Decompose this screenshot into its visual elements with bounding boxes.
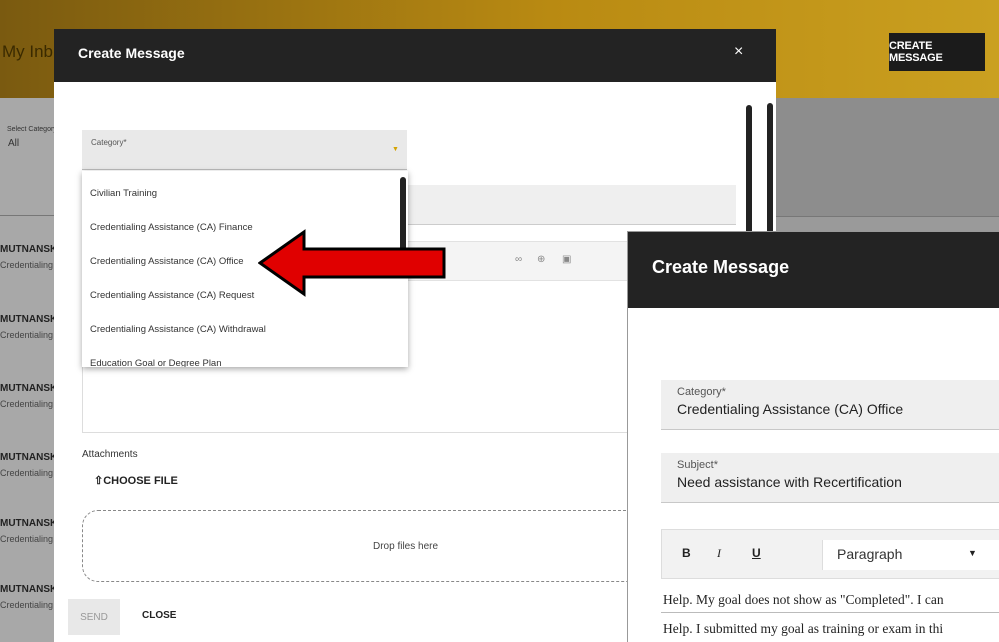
dropzone-label: Drop files here xyxy=(373,541,439,552)
scrollbar[interactable] xyxy=(767,103,773,238)
italic-button[interactable]: I xyxy=(717,546,721,561)
bold-button[interactable]: B xyxy=(682,546,691,560)
list-item[interactable]: MUTNANSKY, Credentialing As xyxy=(0,512,66,562)
paragraph-select[interactable]: Paragraph ▼ xyxy=(822,540,999,570)
modal-header: Create Message × xyxy=(54,29,776,82)
category-select[interactable]: Category* ▼ xyxy=(82,130,407,170)
zoom-editor-toolbar: B I U Paragraph ▼ xyxy=(661,529,999,579)
image-icon[interactable]: ▣ xyxy=(562,254,571,265)
underline-button[interactable]: U xyxy=(752,546,761,560)
zoom-title: Create Message xyxy=(652,257,790,277)
subject-field[interactable] xyxy=(406,185,736,225)
list-item[interactable]: MUTNANSKY, Credentialing As xyxy=(0,377,66,427)
zoom-subject-value: Need assistance with Recertification xyxy=(677,474,902,490)
list-item[interactable]: MUTNANSKY, Credentialing As xyxy=(0,238,66,288)
upload-icon: ⇧ xyxy=(94,475,104,487)
zoom-header: Create Message xyxy=(628,232,999,308)
inbox-title: My Inb xyxy=(2,42,54,61)
body-line: Help. I submitted my goal as training or… xyxy=(663,621,944,636)
zoom-category-field[interactable]: Category* Credentialing Assistance (CA) … xyxy=(661,380,999,430)
divider xyxy=(661,612,999,613)
dropdown-option[interactable]: Civilian Training xyxy=(82,177,400,211)
red-arrow-annotation xyxy=(258,229,446,297)
paragraph-label: Paragraph xyxy=(837,546,903,562)
chevron-down-icon: ▼ xyxy=(392,146,399,153)
list-item[interactable]: MUTNANSKY, Credentialing As xyxy=(0,446,66,496)
modal-title: Create Message xyxy=(78,45,185,61)
category-label: Category* xyxy=(91,138,127,147)
list-item[interactable]: MUTNANSKY, Credentialing As xyxy=(0,308,66,358)
category-filter-label: Select Category xyxy=(7,126,57,133)
category-filter-value[interactable]: All xyxy=(8,138,19,149)
send-button[interactable]: SEND xyxy=(68,599,120,635)
choose-file-button[interactable]: ⇧CHOOSE FILE xyxy=(94,474,178,487)
chevron-down-icon: ▼ xyxy=(968,548,977,558)
link-icon[interactable]: ∞ xyxy=(515,254,522,265)
dropdown-option[interactable]: Credentialing Assistance (CA) Withdrawal xyxy=(82,313,400,347)
attachments-label: Attachments xyxy=(82,449,138,460)
body-line: Help. My goal does not show as "Complete… xyxy=(663,592,944,607)
close-icon[interactable]: × xyxy=(734,43,743,61)
zoom-subject-field[interactable]: Subject* Need assistance with Recertific… xyxy=(661,453,999,503)
close-button[interactable]: CLOSE xyxy=(142,610,176,621)
zoomed-create-message: Create Message Category* Credentialing A… xyxy=(627,231,999,642)
embed-icon[interactable]: ⊕ xyxy=(537,254,545,265)
zoom-category-label: Category* xyxy=(677,386,726,398)
zoom-subject-label: Subject* xyxy=(677,459,718,471)
list-item[interactable]: MUTNANSKY, Credentialing As xyxy=(0,578,66,628)
dropdown-option[interactable]: Education Goal or Degree Plan xyxy=(82,347,400,367)
divider xyxy=(0,215,60,216)
message-list: Select Category All MUTNANSKY, Credential… xyxy=(0,98,66,642)
zoom-category-value: Credentialing Assistance (CA) Office xyxy=(677,401,904,417)
create-message-button[interactable]: CREATE MESSAGE xyxy=(889,33,985,71)
